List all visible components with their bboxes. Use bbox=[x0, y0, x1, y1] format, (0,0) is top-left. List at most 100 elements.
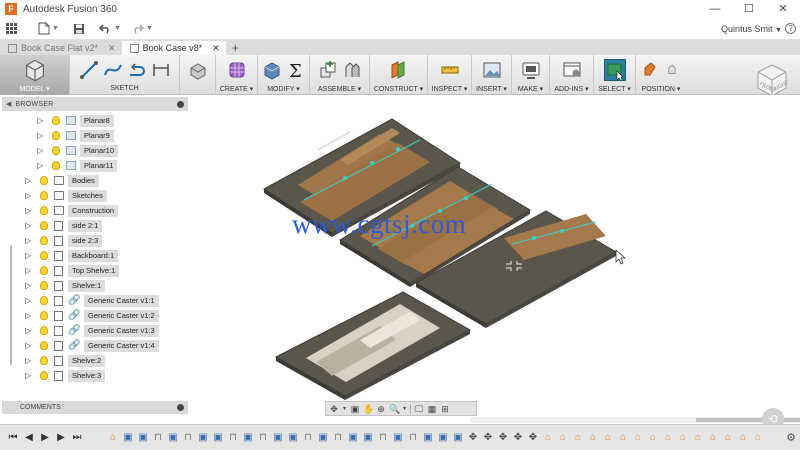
timeline-joint-icon[interactable]: ⌂ bbox=[751, 431, 765, 445]
timeline-feature-icon[interactable]: ▣ bbox=[196, 431, 210, 445]
timeline-joint-icon[interactable]: ⌂ bbox=[556, 431, 570, 445]
tree-item-sketches[interactable]: ▷ Sketches bbox=[0, 188, 190, 203]
expand-arrow-icon[interactable]: ▷ bbox=[25, 176, 31, 185]
workspace-switcher[interactable]: MODEL ▾ bbox=[0, 55, 70, 95]
line-tool-icon[interactable] bbox=[79, 60, 99, 80]
timeline-feature-icon[interactable]: ▣ bbox=[346, 431, 360, 445]
data-panel-grid-icon[interactable] bbox=[6, 22, 18, 35]
timeline-joint-icon[interactable]: ⌂ bbox=[586, 431, 600, 445]
visibility-bulb-icon[interactable] bbox=[52, 116, 60, 125]
expand-arrow-icon[interactable]: ▷ bbox=[25, 221, 31, 230]
visibility-bulb-icon[interactable] bbox=[40, 311, 48, 320]
visibility-bulb-icon[interactable] bbox=[40, 371, 48, 380]
visibility-bulb-icon[interactable] bbox=[40, 236, 48, 245]
tree-item-construction[interactable]: ▷ Construction bbox=[0, 203, 190, 218]
inspect-group[interactable]: INSPECT ▾ bbox=[428, 55, 472, 95]
comments-panel-header[interactable]: COMMENTS bbox=[2, 401, 188, 414]
timeline-feature-icon[interactable]: ⊓ bbox=[406, 431, 420, 445]
viewports-icon[interactable]: ⊞ bbox=[440, 404, 450, 414]
step-back-icon[interactable]: ◀ bbox=[22, 432, 36, 443]
select-tool-icon[interactable] bbox=[603, 59, 626, 82]
tree-item-generic-caster-2[interactable]: ▷ 🔗 Generic Caster v1:2 bbox=[0, 308, 190, 323]
user-account-menu[interactable]: Quintus Smit ▼ bbox=[721, 24, 782, 34]
redo-button[interactable]: ▼ bbox=[131, 23, 153, 34]
visibility-bulb-icon[interactable] bbox=[52, 146, 60, 155]
extrude-icon[interactable] bbox=[188, 60, 208, 80]
timeline-feature-icon[interactable]: ⊓ bbox=[301, 431, 315, 445]
scripts-addins-icon[interactable] bbox=[562, 60, 582, 80]
timeline-joint-icon[interactable]: ⌂ bbox=[661, 431, 675, 445]
visibility-bulb-icon[interactable] bbox=[40, 266, 48, 275]
timeline-feature-icon[interactable]: ⌂ bbox=[106, 431, 120, 445]
timeline-settings-gear-icon[interactable]: ⚙ bbox=[786, 431, 796, 444]
3d-print-icon[interactable] bbox=[521, 60, 541, 80]
help-icon[interactable]: ? bbox=[785, 23, 796, 34]
select-group[interactable]: SELECT ▾ bbox=[594, 55, 636, 95]
press-pull-icon[interactable] bbox=[262, 60, 282, 80]
tree-item-planar11[interactable]: ▷ Planar11 bbox=[0, 158, 190, 173]
tree-item-side-2-1[interactable]: ▷ side 2:1 bbox=[0, 218, 190, 233]
expand-arrow-icon[interactable]: ▷ bbox=[25, 371, 31, 380]
timeline-feature-icon[interactable]: ▣ bbox=[361, 431, 375, 445]
expand-arrow-icon[interactable]: ▷ bbox=[25, 206, 31, 215]
timeline-feature-icon[interactable]: ⊓ bbox=[181, 431, 195, 445]
zoom-icon[interactable]: ⊕ bbox=[376, 404, 386, 414]
tab-close-icon[interactable]: ✕ bbox=[108, 43, 116, 54]
expand-arrow-icon[interactable]: ▷ bbox=[37, 116, 43, 125]
expand-arrow-icon[interactable]: ▷ bbox=[25, 311, 31, 320]
timeline-joint-icon[interactable]: ⌂ bbox=[676, 431, 690, 445]
timeline-move-icon[interactable]: ✥ bbox=[481, 431, 495, 445]
tree-item-generic-caster-4[interactable]: ▷ 🔗 Generic Caster v1:4 bbox=[0, 338, 190, 353]
revert-position-icon[interactable] bbox=[666, 60, 680, 80]
add-ins-group[interactable]: ADD-INS ▾ bbox=[550, 55, 594, 95]
joint-icon[interactable] bbox=[342, 60, 362, 80]
tree-item-side-2-3[interactable]: ▷ side 2:3 bbox=[0, 233, 190, 248]
visibility-bulb-icon[interactable] bbox=[52, 131, 60, 140]
timeline-joint-icon[interactable]: ⌂ bbox=[631, 431, 645, 445]
insert-group[interactable]: INSERT ▾ bbox=[472, 55, 512, 95]
play-icon[interactable]: ▶ bbox=[38, 432, 52, 443]
maximize-button[interactable]: ☐ bbox=[732, 0, 766, 18]
panel-toggle-icon[interactable] bbox=[177, 100, 184, 108]
timeline-feature-icon[interactable]: ▣ bbox=[271, 431, 285, 445]
timeline-joint-icon[interactable]: ⌂ bbox=[736, 431, 750, 445]
tab-book-case[interactable]: Book Case v8* ✕ bbox=[121, 41, 226, 55]
create-form-icon[interactable] bbox=[227, 60, 247, 80]
orbit-icon[interactable]: ✥ bbox=[329, 404, 339, 414]
dimension-tool-icon[interactable] bbox=[151, 60, 171, 80]
zoom-window-icon[interactable]: 🔍 bbox=[389, 404, 400, 414]
go-to-end-icon[interactable]: ⏭ bbox=[70, 432, 84, 443]
expand-arrow-icon[interactable]: ▷ bbox=[25, 251, 31, 260]
expand-arrow-icon[interactable]: ▷ bbox=[25, 356, 31, 365]
expand-arrow-icon[interactable]: ▷ bbox=[25, 296, 31, 305]
visibility-bulb-icon[interactable] bbox=[40, 191, 48, 200]
timeline-feature-icon[interactable]: ⊓ bbox=[151, 431, 165, 445]
undo-button[interactable]: ▼ bbox=[98, 23, 121, 34]
step-forward-icon[interactable]: ▶ bbox=[54, 432, 68, 443]
timeline-joint-icon[interactable]: ⌂ bbox=[541, 431, 555, 445]
display-settings-icon[interactable]: 🖵 bbox=[414, 404, 424, 414]
new-tab-icon[interactable]: + bbox=[232, 41, 239, 55]
tab-book-case-flat[interactable]: Book Case Flat v2* ✕ bbox=[0, 41, 122, 55]
timeline-joint-icon[interactable]: ⌂ bbox=[571, 431, 585, 445]
expand-arrow-icon[interactable]: ▷ bbox=[37, 131, 43, 140]
collapse-triangle-icon[interactable]: ◀ bbox=[6, 100, 11, 108]
expand-arrow-icon[interactable]: ▷ bbox=[37, 146, 43, 155]
offset-plane-icon[interactable] bbox=[389, 60, 409, 80]
construct-group[interactable]: CONSTRUCT ▾ bbox=[370, 55, 428, 95]
file-menu-button[interactable]: ▼ bbox=[38, 22, 59, 35]
timeline-joint-icon[interactable]: ⌂ bbox=[691, 431, 705, 445]
timeline-feature-icon[interactable]: ▣ bbox=[391, 431, 405, 445]
grid-settings-icon[interactable]: ▦ bbox=[427, 404, 437, 414]
timeline-move-icon[interactable]: ✥ bbox=[496, 431, 510, 445]
timeline-feature-icon[interactable]: ⊓ bbox=[376, 431, 390, 445]
visibility-bulb-icon[interactable] bbox=[40, 176, 48, 185]
visibility-bulb-icon[interactable] bbox=[40, 326, 48, 335]
timeline-feature-icon[interactable]: ⊓ bbox=[256, 431, 270, 445]
visibility-bulb-icon[interactable] bbox=[40, 296, 48, 305]
expand-arrow-icon[interactable]: ▷ bbox=[25, 236, 31, 245]
timeline-joint-icon[interactable]: ⌂ bbox=[616, 431, 630, 445]
create-group[interactable]: CREATE ▾ bbox=[216, 55, 258, 95]
timeline-feature-icon[interactable]: ▣ bbox=[421, 431, 435, 445]
zoom-dropdown-icon[interactable]: ▾ bbox=[402, 404, 407, 414]
